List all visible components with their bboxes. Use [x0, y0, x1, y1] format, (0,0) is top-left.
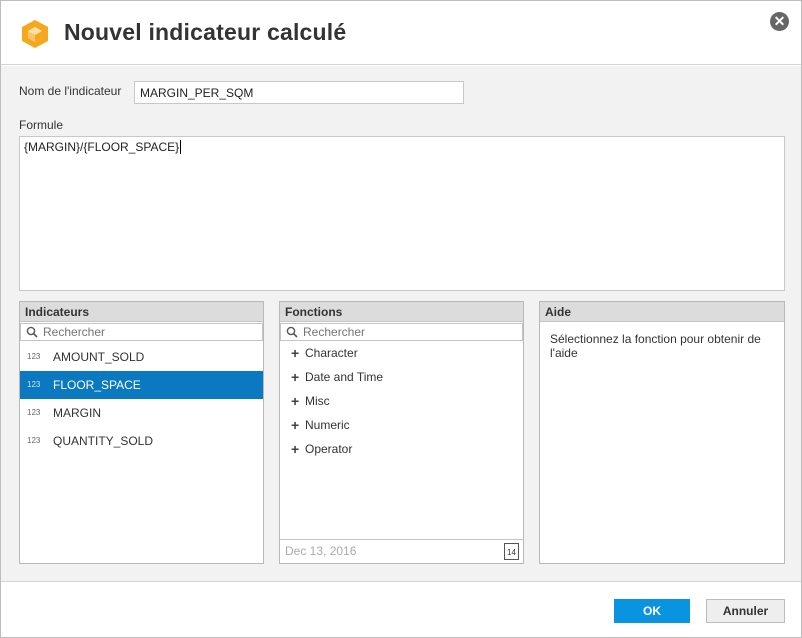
help-header: Aide	[540, 302, 784, 322]
date-picker[interactable]: Dec 13, 2016 14	[280, 539, 523, 563]
formula-text: {MARGIN}/{FLOOR_SPACE}	[24, 140, 180, 154]
help-text: Sélectionnez la fonction pour obtenir de…	[550, 332, 761, 360]
text-caret	[180, 140, 182, 154]
numeric-type-icon: 123	[27, 408, 41, 417]
numeric-type-icon: 123	[27, 352, 41, 361]
functions-panel: Fonctions + Character + Date and Time	[279, 301, 524, 564]
indicators-header: Indicateurs	[20, 302, 263, 322]
numeric-type-icon: 123	[27, 436, 41, 445]
calculated-indicator-dialog: Nouvel indicateur calculé ✕ Nom de l'ind…	[0, 0, 802, 638]
indicators-panel: Indicateurs 123 AMOUNT_SOLD 123 FLOOR_SP…	[19, 301, 264, 564]
function-group-numeric[interactable]: + Numeric	[280, 413, 523, 437]
function-group-label: Operator	[305, 442, 353, 456]
indicator-item-floor-space[interactable]: 123 FLOOR_SPACE	[20, 371, 263, 399]
function-group-character[interactable]: + Character	[280, 341, 523, 365]
help-panel: Aide Sélectionnez la fonction pour obten…	[539, 301, 785, 564]
search-icon	[286, 326, 298, 338]
indicators-search-input[interactable]	[43, 324, 243, 340]
indicator-label: AMOUNT_SOLD	[53, 350, 145, 364]
function-group-label: Date and Time	[305, 370, 384, 384]
close-icon[interactable]: ✕	[770, 12, 789, 31]
name-label: Nom de l'indicateur	[19, 84, 122, 98]
functions-list: + Character + Date and Time + Misc + Num…	[280, 341, 523, 461]
indicator-label: FLOOR_SPACE	[53, 378, 141, 392]
expand-plus-icon[interactable]: +	[291, 437, 299, 461]
dialog-header: Nouvel indicateur calculé ✕	[1, 1, 801, 65]
date-placeholder: Dec 13, 2016	[285, 544, 357, 558]
ok-button[interactable]: OK	[614, 599, 690, 623]
indicator-item-amount-sold[interactable]: 123 AMOUNT_SOLD	[20, 343, 263, 371]
indicator-label: MARGIN	[53, 406, 101, 420]
function-group-operator[interactable]: + Operator	[280, 437, 523, 461]
dialog-body: Nom de l'indicateur Formule {MARGIN}/{FL…	[1, 66, 801, 581]
expand-plus-icon[interactable]: +	[291, 341, 299, 365]
calendar-icon[interactable]: 14	[504, 543, 519, 560]
expand-plus-icon[interactable]: +	[291, 389, 299, 413]
formula-label: Formule	[19, 118, 64, 132]
function-group-misc[interactable]: + Misc	[280, 389, 523, 413]
search-icon	[26, 326, 38, 338]
dialog-footer: OK Annuler	[1, 581, 801, 637]
indicator-item-quantity-sold[interactable]: 123 QUANTITY_SOLD	[20, 427, 263, 455]
function-group-label: Misc	[305, 394, 330, 408]
cube-icon	[22, 20, 48, 48]
indicators-list: 123 AMOUNT_SOLD 123 FLOOR_SPACE 123 MARG…	[20, 343, 263, 455]
functions-search-input[interactable]	[303, 324, 503, 340]
cancel-button[interactable]: Annuler	[706, 599, 785, 623]
indicator-item-margin[interactable]: 123 MARGIN	[20, 399, 263, 427]
functions-search	[280, 323, 523, 341]
expand-plus-icon[interactable]: +	[291, 413, 299, 437]
numeric-type-icon: 123	[27, 380, 41, 389]
function-group-label: Character	[305, 346, 358, 360]
functions-header: Fonctions	[280, 302, 523, 322]
dialog-title: Nouvel indicateur calculé	[64, 19, 347, 45]
formula-editor[interactable]: {MARGIN}/{FLOOR_SPACE}	[19, 136, 785, 291]
indicator-name-input[interactable]	[134, 81, 464, 104]
expand-plus-icon[interactable]: +	[291, 365, 299, 389]
function-group-label: Numeric	[305, 418, 350, 432]
function-group-date-and-time[interactable]: + Date and Time	[280, 365, 523, 389]
indicators-search	[20, 323, 263, 341]
calendar-day: 14	[507, 548, 516, 557]
indicator-label: QUANTITY_SOLD	[53, 434, 154, 448]
